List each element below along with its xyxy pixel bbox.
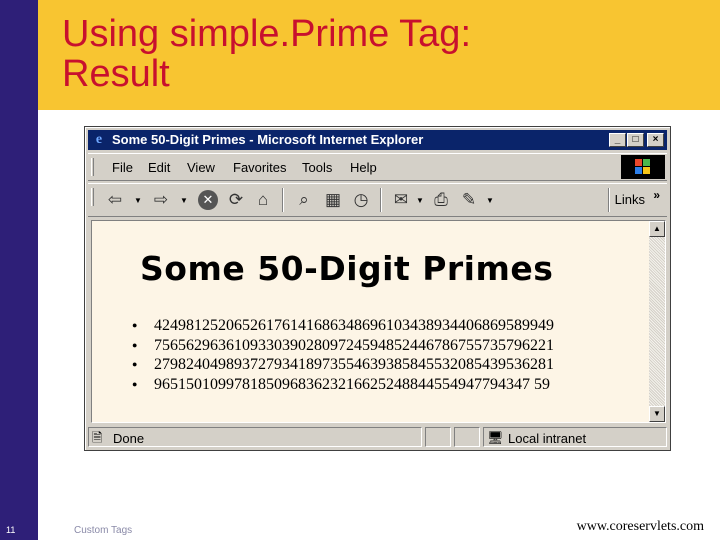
page-viewport: Some 50-Digit Primes 4249812520652617614…: [91, 220, 666, 423]
menu-bar: File Edit View Favorites Tools Help: [88, 153, 667, 181]
menu-favorites[interactable]: Favorites: [233, 160, 286, 175]
maximize-button[interactable]: □: [627, 133, 644, 147]
toolbar-separator: [282, 188, 284, 212]
home-icon[interactable]: ⌂: [252, 189, 274, 211]
toolbar-separator: [608, 188, 610, 212]
slide-title: Using simple.Prime Tag: Result: [62, 14, 471, 94]
status-pane: [425, 427, 451, 447]
mail-dropdown-icon[interactable]: ▼: [416, 196, 424, 205]
links-button[interactable]: Links: [615, 192, 645, 207]
ie-window: e Some 50-Digit Primes - Microsoft Inter…: [84, 126, 671, 451]
menu-view[interactable]: View: [187, 160, 215, 175]
window-title-bar[interactable]: e Some 50-Digit Primes - Microsoft Inter…: [88, 130, 667, 150]
standard-toolbar: ⇦ ▼ ⇨ ▼ ✕ ⟳ ⌂ ⌕ ▦ ◷ ✉ ▼ ⎙ ✎ ▼ Links »: [88, 183, 667, 217]
footer-url: www.coreservlets.com: [576, 519, 704, 534]
toolbar-grip[interactable]: [91, 188, 94, 206]
menu-tools[interactable]: Tools: [302, 160, 332, 175]
prime-list-item: 2798240498937279341897355463938584553208…: [132, 355, 554, 375]
close-button[interactable]: ×: [647, 133, 664, 147]
back-icon[interactable]: ⇦: [104, 189, 126, 211]
status-zone-pane: 🖥 Local intranet: [483, 427, 667, 447]
status-bar: 🗎 Done 🖥 Local intranet: [88, 426, 667, 448]
scroll-down-icon[interactable]: ▼: [649, 406, 665, 422]
footer-topic: Custom Tags: [74, 525, 133, 536]
toolbar-separator: [380, 188, 382, 212]
search-icon[interactable]: ⌕: [293, 189, 315, 211]
slide-number: 11: [6, 525, 16, 535]
prime-list-item: 9651501099781850968362321662524884455494…: [132, 375, 554, 395]
ie-app-icon: e: [95, 132, 103, 147]
edit-icon[interactable]: ✎: [458, 189, 480, 211]
prime-list-item: 7565629636109330390280972459485244678675…: [132, 336, 554, 356]
status-text: Done: [113, 431, 145, 446]
slide-title-line-1: Using simple.Prime Tag:: [62, 13, 472, 55]
favorites-icon[interactable]: ▦: [322, 189, 344, 211]
mail-icon[interactable]: ✉: [390, 189, 412, 211]
stop-icon[interactable]: ✕: [198, 190, 218, 210]
menu-file[interactable]: File: [112, 160, 133, 175]
menu-edit[interactable]: Edit: [148, 160, 170, 175]
menu-grip[interactable]: [91, 158, 94, 176]
vertical-scrollbar[interactable]: ▲ ▼: [649, 221, 665, 422]
status-main-pane: 🗎 Done: [88, 427, 422, 447]
status-pane: [454, 427, 480, 447]
scroll-up-icon[interactable]: ▲: [649, 221, 665, 237]
print-icon[interactable]: ⎙: [430, 189, 452, 211]
page-heading: Some 50-Digit Primes: [140, 249, 554, 288]
page-done-icon: 🗎: [92, 430, 103, 445]
forward-dropdown-icon[interactable]: ▼: [180, 196, 188, 205]
intranet-icon: 🖥: [487, 430, 504, 445]
slide-left-bar: [0, 0, 38, 540]
zone-text: Local intranet: [508, 431, 587, 446]
slide-title-line-2: Result: [62, 53, 170, 95]
menu-help[interactable]: Help: [350, 160, 377, 175]
history-icon[interactable]: ◷: [350, 189, 372, 211]
back-dropdown-icon[interactable]: ▼: [134, 196, 142, 205]
links-chevron-icon[interactable]: »: [653, 188, 660, 202]
minimize-button[interactable]: _: [609, 133, 626, 147]
window-title: Some 50-Digit Primes - Microsoft Interne…: [112, 132, 424, 147]
prime-list: 4249812520652617614168634869610343893440…: [132, 316, 554, 394]
edit-dropdown-icon[interactable]: ▼: [486, 196, 494, 205]
prime-list-item: 4249812520652617614168634869610343893440…: [132, 316, 554, 336]
forward-icon[interactable]: ⇨: [150, 189, 172, 211]
windows-flag-icon: [635, 159, 651, 175]
refresh-icon[interactable]: ⟳: [225, 189, 247, 211]
windows-logo-box: [621, 155, 665, 179]
